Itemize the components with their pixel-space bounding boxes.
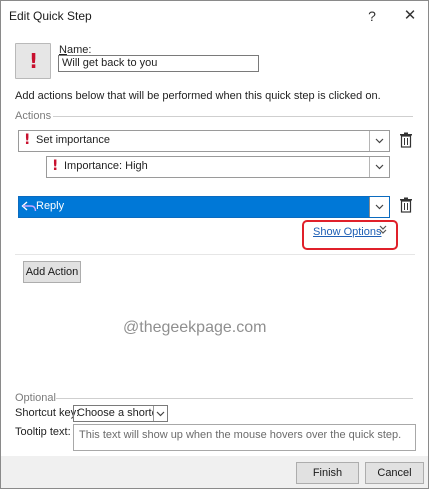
actions-bottom-divider	[15, 254, 415, 255]
add-action-label: Add Action	[25, 266, 79, 278]
name-input[interactable]: Will get back to you	[58, 55, 259, 72]
importance-level-combo[interactable]: ! Importance: High	[46, 156, 390, 178]
trash-icon[interactable]	[399, 132, 413, 148]
exclamation-icon: !	[52, 158, 59, 174]
window-title: Edit Quick Step	[9, 9, 92, 23]
actions-section-label: Actions	[15, 110, 52, 122]
quickstep-icon-button[interactable]: !	[15, 43, 51, 79]
instructions-text: Add actions below that will be performed…	[15, 90, 381, 102]
reply-arrow-icon	[21, 200, 37, 217]
add-action-button[interactable]: Add Action	[23, 261, 81, 283]
title-bar: Edit Quick Step ? ✕	[1, 1, 428, 31]
cancel-label: Cancel	[377, 467, 412, 479]
exclamation-icon: !	[29, 49, 39, 73]
show-options-link[interactable]: Show Options	[313, 226, 381, 238]
shortcut-key-label: Shortcut key:	[15, 407, 80, 419]
edit-quick-step-dialog: Edit Quick Step ? ✕ ! Name: Will get bac…	[0, 0, 429, 489]
shortcut-key-select[interactable]: Choose a shortcut	[73, 405, 168, 422]
chevron-down-icon[interactable]	[153, 406, 167, 421]
dialog-footer	[1, 456, 428, 488]
trash-icon[interactable]	[399, 197, 413, 213]
close-button[interactable]: ✕	[399, 5, 421, 27]
tooltip-text-placeholder: This text will show up when the mouse ho…	[79, 429, 402, 441]
finish-label: Finish	[312, 467, 343, 479]
watermark-text: @thegeekpage.com	[123, 319, 267, 336]
optional-divider	[56, 398, 413, 399]
chevron-down-icon[interactable]	[369, 131, 389, 151]
cancel-button[interactable]: Cancel	[365, 462, 424, 484]
actions-divider	[53, 116, 413, 117]
chevron-down-icon[interactable]	[369, 197, 389, 217]
double-chevron-down-icon[interactable]	[379, 225, 387, 238]
help-button[interactable]: ?	[361, 5, 383, 27]
tooltip-text-input[interactable]: This text will show up when the mouse ho…	[73, 424, 416, 451]
optional-section-label: Optional	[15, 392, 56, 404]
action-set-importance-combo[interactable]: ! Set importance	[18, 130, 390, 152]
action-set-importance-label: Set importance	[36, 134, 110, 146]
chevron-down-icon[interactable]	[369, 157, 389, 177]
importance-level-label: Importance: High	[64, 160, 148, 172]
action-reply-label: Reply	[36, 200, 65, 212]
tooltip-text-label: Tooltip text:	[15, 426, 71, 438]
exclamation-icon: !	[24, 132, 31, 148]
action-reply-combo[interactable]: Reply	[18, 196, 390, 218]
finish-button[interactable]: Finish	[296, 462, 359, 484]
